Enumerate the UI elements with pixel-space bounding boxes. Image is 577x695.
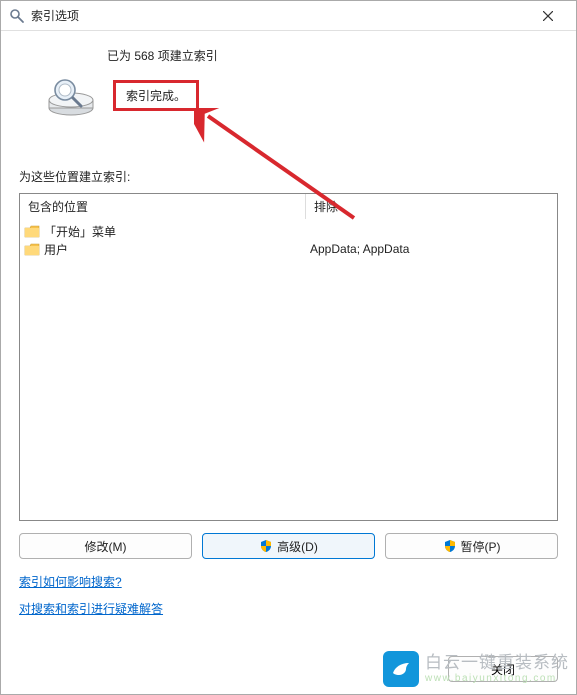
button-label: 暂停(P): [461, 538, 501, 555]
list-item[interactable]: 用户: [24, 240, 302, 258]
index-complete-label: 索引完成。: [113, 80, 199, 111]
shield-icon: [443, 539, 457, 553]
indexing-options-dialog: 索引选项 已为 568 项建立索引 索引完成。: [0, 0, 577, 695]
titlebar: 索引选项: [1, 1, 576, 31]
dialog-content: 已为 568 项建立索引 索引完成。: [1, 31, 576, 694]
excluded-column-body: AppData; AppData: [306, 220, 557, 520]
modify-button[interactable]: 修改(M): [19, 533, 192, 559]
list-item-label: 用户: [44, 241, 68, 258]
close-icon[interactable]: [528, 3, 568, 29]
column-excluded[interactable]: 排除: [306, 194, 557, 219]
list-item-label: 「开始」菜单: [44, 223, 116, 240]
advanced-button[interactable]: 高级(D): [202, 533, 375, 559]
help-links: 索引如何影响搜索? 对搜索和索引进行疑难解答: [19, 573, 558, 617]
locations-label: 为这些位置建立索引:: [19, 168, 558, 185]
list-item[interactable]: 「开始」菜单: [24, 222, 302, 240]
list-item-excluded: AppData; AppData: [310, 240, 553, 258]
drive-magnifier-icon: [45, 74, 97, 118]
locations-list: 包含的位置 排除 「开始」菜单: [19, 193, 558, 521]
shield-icon: [259, 539, 273, 553]
button-label: 修改(M): [85, 538, 127, 555]
window-title: 索引选项: [31, 7, 528, 24]
action-buttons: 修改(M) 高级(D) 暂停(P): [19, 533, 558, 559]
list-header: 包含的位置 排除: [20, 194, 557, 220]
included-column-body: 「开始」菜单 用户: [20, 220, 306, 520]
link-how-indexing-affects-search[interactable]: 索引如何影响搜索?: [19, 573, 558, 590]
link-troubleshoot-search[interactable]: 对搜索和索引进行疑难解答: [19, 600, 558, 617]
column-included[interactable]: 包含的位置: [20, 194, 306, 219]
status-row: 索引完成。: [19, 74, 558, 118]
footer-row: 关闭: [19, 642, 558, 682]
folder-icon: [24, 243, 40, 256]
list-item-excluded: [310, 222, 553, 240]
app-icon: [9, 8, 25, 24]
button-label: 高级(D): [277, 538, 318, 555]
close-button[interactable]: 关闭: [448, 656, 558, 682]
button-label: 关闭: [491, 661, 515, 678]
folder-icon: [24, 225, 40, 238]
index-count-text: 已为 568 项建立索引: [19, 47, 558, 64]
pause-button[interactable]: 暂停(P): [385, 533, 558, 559]
